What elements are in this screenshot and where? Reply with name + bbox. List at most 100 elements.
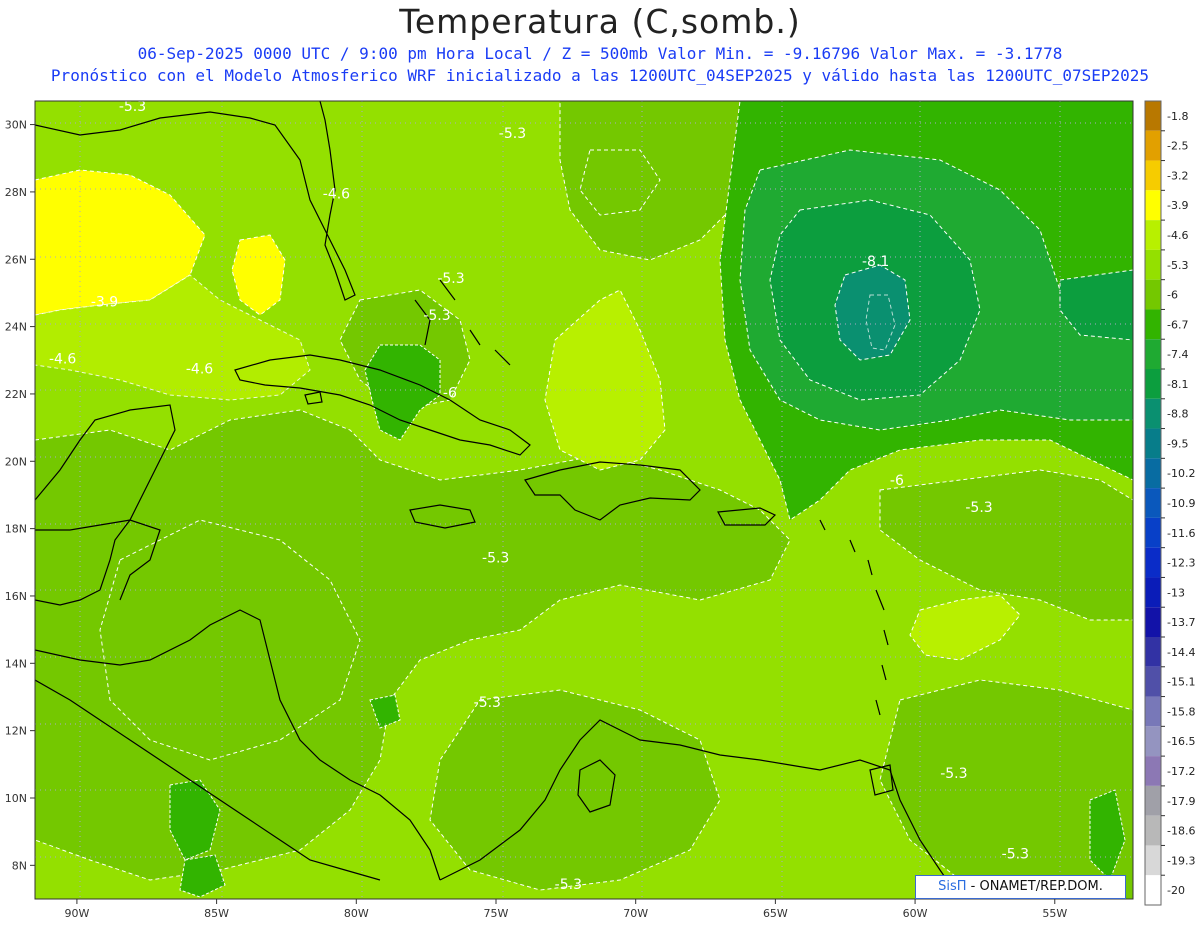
colorbar-legend: -1.8 -2.5 -3.2 -3.9 -4.6 -5.3 -6 -6.7 -7.4 -8.1 -8… (1144, 100, 1195, 906)
sispi-logo-text: SisΠ (938, 879, 967, 894)
contour-label: -4.6 (186, 362, 213, 378)
colorbar-label: -10.9 (1167, 497, 1195, 510)
lon-tick-label: 90W (64, 907, 89, 920)
lon-tick-label: 70W (623, 907, 648, 920)
colorbar-label: -4.6 (1167, 229, 1188, 242)
lat-tick-label: 8N (12, 859, 27, 872)
contour-label: -5.3 (1002, 847, 1029, 863)
longitude-axis: 90W 85W 80W 75W 70W 65W 60W 55W (64, 899, 1067, 920)
contour-label: -4.6 (323, 187, 350, 203)
colorbar-label: -1.8 (1167, 110, 1188, 123)
contour-label: -5.3 (474, 695, 501, 711)
lat-tick-label: 16N (5, 590, 27, 603)
lon-tick-label: 65W (763, 907, 788, 920)
colorbar-label: -6 (1167, 289, 1178, 302)
latitude-axis: 30N 28N 26N 24N 22N 20N 18N 16N 14N 12N 10N 8N (5, 119, 35, 872)
colorbar-swatch (1145, 160, 1161, 191)
lat-tick-label: 26N (5, 253, 27, 266)
colorbar-swatch (1145, 488, 1161, 518)
colorbar-label: -13.7 (1167, 616, 1195, 629)
credit-text: - ONAMET/REP.DOM. (966, 879, 1103, 894)
lon-tick-label: 85W (204, 907, 229, 920)
colorbar-swatch (1145, 785, 1161, 816)
colorbar-swatch (1145, 517, 1161, 548)
colorbar-swatch (1145, 577, 1161, 608)
subtitle-model-line: Pronóstico con el Modelo Atmosferico WRF… (50, 66, 1150, 85)
contour-label: -5.3 (940, 766, 967, 782)
colorbar-label: -15.8 (1167, 705, 1195, 718)
contour-label: -5.3 (482, 550, 509, 566)
subtitle-date-line: 06-Sep-2025 0000 UTC / 9:00 pm Hora Loca… (137, 44, 1063, 63)
contour-label: -4.6 (49, 352, 76, 368)
chart-title: Temperatura (C,somb.) (399, 2, 801, 41)
lat-tick-label: 10N (5, 792, 27, 805)
colorbar-label: -2.5 (1167, 140, 1188, 153)
contour-label: -5.3 (119, 99, 146, 115)
colorbar-label: -17.9 (1167, 795, 1195, 808)
colorbar-label: -6.7 (1167, 318, 1188, 331)
colorbar-swatch (1145, 220, 1161, 250)
colorbar-swatch (1145, 726, 1161, 757)
colorbar-label: -18.6 (1167, 825, 1195, 838)
lat-tick-label: 30N (5, 119, 27, 132)
colorbar-label: -12.3 (1167, 557, 1195, 570)
colorbar-label: -3.2 (1167, 169, 1188, 182)
colorbar-label: -9.5 (1167, 437, 1188, 450)
colorbar-swatch (1145, 101, 1161, 131)
credit-badge: SisΠ - ONAMET/REP.DOM. (915, 875, 1126, 899)
colorbar-swatch (1145, 428, 1161, 459)
colorbar-swatch (1145, 875, 1161, 905)
colorbar-label: -3.9 (1167, 199, 1188, 212)
lon-tick-label: 80W (344, 907, 369, 920)
colorbar-swatch (1145, 666, 1161, 697)
colorbar-swatch (1145, 756, 1161, 786)
contour-label: -5.3 (423, 308, 450, 324)
colorbar-swatch (1145, 607, 1161, 637)
contour-label: -6 (890, 473, 904, 489)
lon-tick-label: 55W (1042, 907, 1067, 920)
colorbar-label: -7.4 (1167, 348, 1188, 361)
contour-label: -5.3 (437, 271, 464, 287)
colorbar-label: -11.6 (1167, 527, 1195, 540)
colorbar-label: -17.2 (1167, 765, 1195, 778)
colorbar-label: -15.1 (1167, 676, 1195, 689)
colorbar-swatch (1145, 637, 1161, 667)
colorbar-swatch (1145, 458, 1161, 489)
lat-tick-label: 24N (5, 321, 27, 334)
lat-tick-label: 14N (5, 657, 27, 670)
colorbar-label: -19.3 (1167, 854, 1195, 867)
lat-tick-label: 12N (5, 725, 27, 738)
contour-label: -3.9 (91, 294, 118, 310)
colorbar-swatch (1145, 815, 1161, 846)
colorbar-swatch (1145, 130, 1161, 161)
colorbar-swatch (1145, 369, 1161, 399)
lon-tick-label: 60W (903, 907, 928, 920)
contour-label: -6 (443, 385, 457, 401)
colorbar-swatch (1145, 696, 1161, 727)
contour-label: -5.3 (499, 126, 526, 142)
colorbar-label: -20 (1167, 884, 1185, 897)
lat-tick-label: 20N (5, 455, 27, 468)
lat-tick-label: 18N (5, 523, 27, 536)
colorbar-swatch (1145, 249, 1161, 280)
contour-label: -5.3 (555, 877, 582, 893)
lat-tick-label: 28N (5, 186, 27, 199)
colorbar-label: -5.3 (1167, 259, 1188, 272)
contour-label: -8.1 (862, 254, 889, 270)
lat-tick-label: 22N (5, 388, 27, 401)
colorbar-label: -13 (1167, 586, 1185, 599)
colorbar-swatch (1145, 190, 1161, 221)
colorbar-swatch (1145, 398, 1161, 429)
colorbar-label: -8.1 (1167, 378, 1188, 391)
colorbar-label: -14.4 (1167, 646, 1195, 659)
colorbar-label: -10.2 (1167, 467, 1195, 480)
lon-tick-label: 75W (484, 907, 509, 920)
colorbar-swatch (1145, 547, 1161, 578)
contour-label: -5.3 (965, 500, 992, 516)
colorbar-swatch (1145, 339, 1161, 369)
colorbar-label: -16.5 (1167, 735, 1195, 748)
colorbar-swatch (1145, 309, 1161, 340)
temperature-field: -5.3 -5.3 -4.6 -5.3 -3.9 -5.3 -4.6 -4.6 -6 -8.1 -6… (35, 99, 1133, 899)
colorbar-swatch (1145, 279, 1161, 310)
colorbar-label: -8.8 (1167, 408, 1188, 421)
